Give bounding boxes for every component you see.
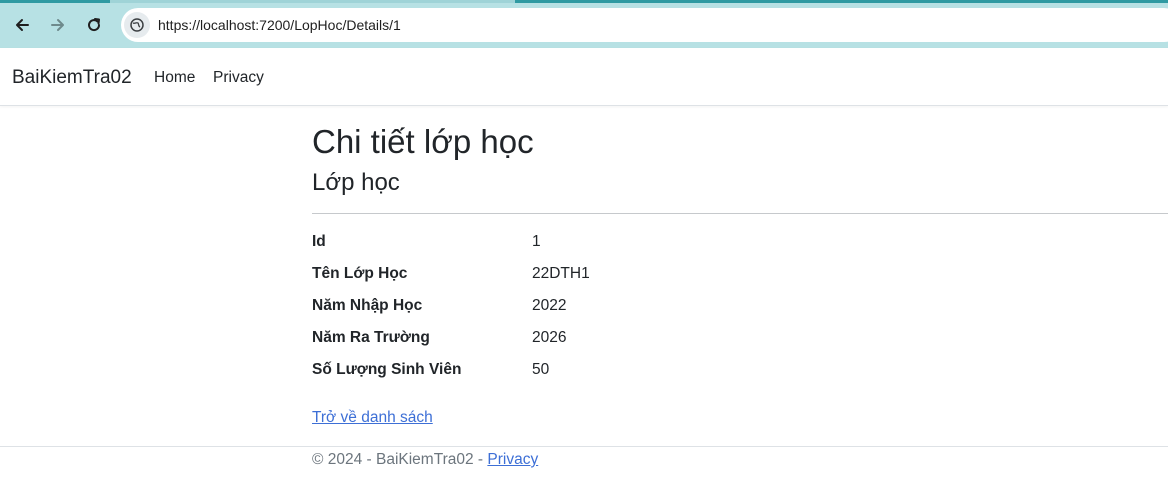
site-navbar: BaiKiemTra02 Home Privacy: [0, 48, 1168, 106]
forward-button[interactable]: [44, 11, 72, 39]
detail-value-student-count: 50: [532, 361, 550, 378]
detail-value-enroll-year: 2022: [532, 297, 567, 314]
arrow-right-icon: [51, 19, 64, 31]
detail-label-enroll-year: Năm Nhập Học: [312, 297, 423, 314]
footer: © 2024 - BaiKiemTra02 - Privacy: [312, 451, 538, 469]
detail-label-student-count: Số Lượng Sinh Viên: [312, 361, 462, 378]
reload-button[interactable]: [80, 11, 108, 39]
tab-strip-edge-right: [515, 0, 1168, 3]
footer-divider: [0, 446, 1168, 447]
detail-value-graduate-year: 2026: [532, 329, 567, 346]
tab-strip-edge-left: [0, 0, 110, 3]
url-text[interactable]: https://localhost:7200/LopHoc/Details/1: [158, 17, 401, 33]
footer-privacy-link[interactable]: Privacy: [487, 451, 538, 468]
footer-copyright: © 2024 - BaiKiemTra02 -: [312, 451, 488, 468]
reload-icon: [88, 18, 101, 32]
back-to-list-link[interactable]: Trở về danh sách: [312, 409, 433, 427]
detail-label-graduate-year: Năm Ra Trường: [312, 329, 430, 346]
page-title: Chi tiết lớp học: [312, 123, 534, 160]
detail-label-class-name: Tên Lớp Học: [312, 265, 408, 282]
back-button[interactable]: [8, 11, 36, 39]
detail-value-class-name: 22DTH1: [532, 265, 590, 282]
section-title: Lớp học: [312, 169, 400, 196]
nav-link-privacy[interactable]: Privacy: [213, 69, 264, 87]
arrow-left-icon: [16, 19, 29, 31]
divider: [312, 213, 1168, 214]
detail-value-id: 1: [532, 233, 541, 250]
address-bar[interactable]: https://localhost:7200/LopHoc/Details/1: [121, 8, 1168, 42]
detail-label-id: Id: [312, 233, 326, 250]
nav-link-home[interactable]: Home: [154, 69, 195, 87]
brand-link[interactable]: BaiKiemTra02: [12, 67, 132, 89]
globe-icon: [130, 18, 144, 32]
site-info-icon[interactable]: [124, 12, 150, 38]
browser-toolbar: https://localhost:7200/LopHoc/Details/1: [0, 0, 1168, 48]
